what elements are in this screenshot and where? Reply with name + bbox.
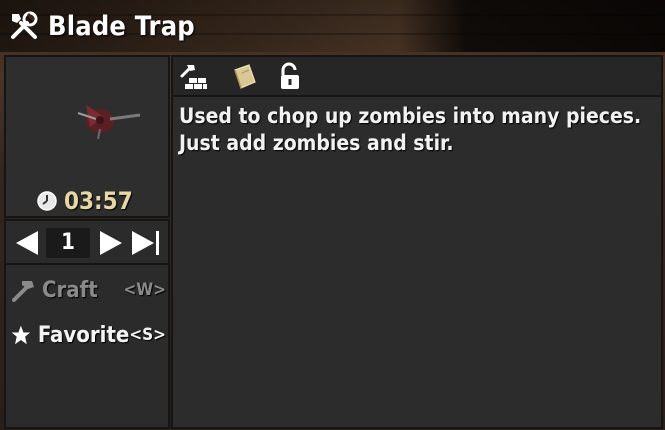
craft-hotkey: <W>: [123, 280, 166, 300]
favorite-label: Favorite: [37, 322, 130, 348]
item-description: Used to chop up zombies into many pieces…: [179, 104, 642, 155]
craft-time-row: 03:57: [36, 187, 133, 215]
favorite-button[interactable]: Favorite <S>: [10, 318, 166, 352]
window-title: Blade Trap: [48, 10, 195, 42]
craft-time: 03:57: [64, 187, 133, 215]
craft-controls-panel: 1 Craft <W> Favorite <S>: [4, 219, 170, 429]
favorite-hotkey: <S>: [129, 325, 166, 345]
book-icon[interactable]: [229, 62, 259, 92]
craft-label: Craft: [42, 277, 98, 303]
item-preview-panel: 03:57: [4, 55, 170, 218]
blade-trap-icon: [77, 105, 141, 140]
title-group: Blade Trap: [8, 8, 195, 44]
clock-icon: [37, 191, 57, 211]
build-icon[interactable]: [179, 62, 209, 92]
unlock-icon[interactable]: [275, 62, 305, 92]
arrow-left-icon[interactable]: [12, 228, 42, 258]
quantity-value[interactable]: 1: [46, 228, 90, 258]
info-toolbar: [173, 57, 661, 97]
craft-button[interactable]: Craft <W>: [10, 273, 166, 307]
quantity-stepper: 1: [6, 221, 168, 265]
hammer-icon: [12, 281, 34, 302]
arrow-max-icon[interactable]: [130, 228, 160, 258]
title-bar: Blade Trap: [0, 0, 665, 52]
description-panel: Used to chop up zombies into many pieces…: [171, 55, 663, 429]
star-icon: [11, 325, 31, 345]
tools-icon: [11, 11, 38, 39]
arrow-right-icon[interactable]: [96, 228, 126, 258]
